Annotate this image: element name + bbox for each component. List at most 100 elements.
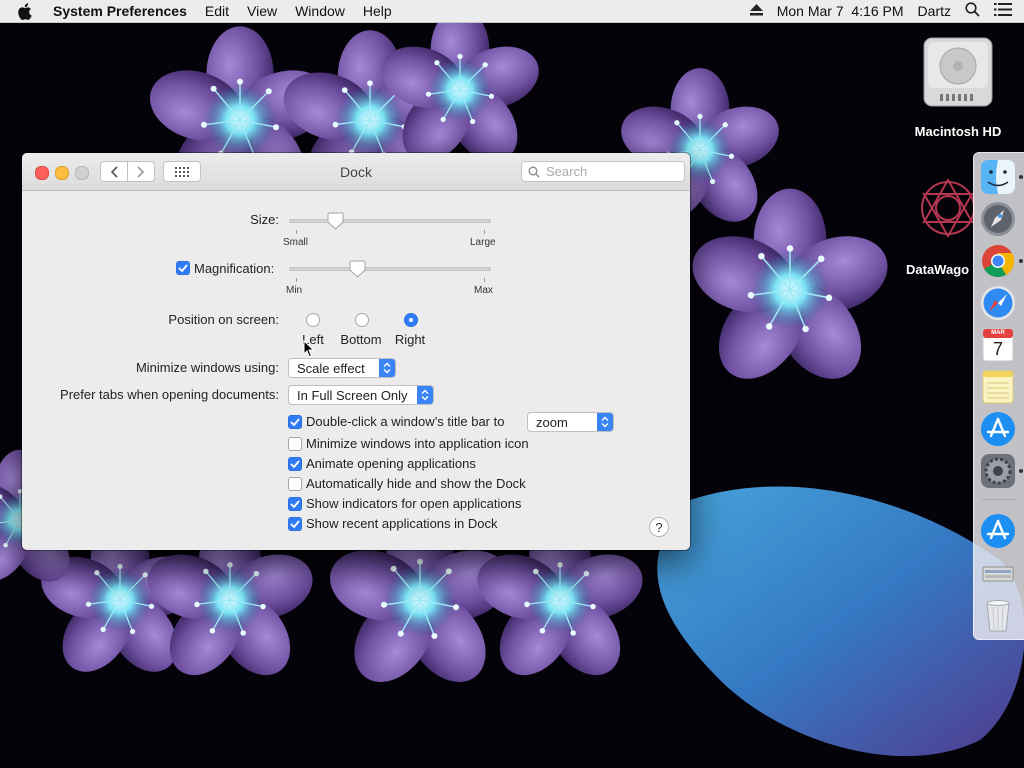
trash-icon xyxy=(986,600,1010,632)
position-left-radio[interactable] xyxy=(306,313,320,327)
search-input[interactable] xyxy=(544,163,678,180)
position-label: Position on screen: xyxy=(168,312,279,327)
dock-safari[interactable] xyxy=(980,285,1016,321)
position-bottom-label[interactable]: Bottom xyxy=(334,332,388,347)
stack-icon xyxy=(982,566,1014,582)
dock-trash[interactable] xyxy=(980,597,1016,633)
show-indicators-label[interactable]: Show indicators for open applications xyxy=(306,496,521,511)
apple-icon[interactable] xyxy=(17,1,37,21)
dock-system-preferences[interactable] xyxy=(980,453,1016,489)
updown-arrows-icon xyxy=(379,359,395,377)
show-recent-apps-checkbox[interactable] xyxy=(288,517,302,531)
running-indicator xyxy=(1019,259,1023,263)
magnification-slider-thumb[interactable] xyxy=(349,260,366,278)
clock-datetime[interactable]: Mon Mar 7 4:16 PM xyxy=(777,3,904,19)
checkmark-icon xyxy=(290,520,300,528)
eject-icon[interactable] xyxy=(749,3,763,19)
window-titlebar[interactable]: Dock xyxy=(22,153,690,191)
app-store-icon xyxy=(981,412,1015,446)
magnification-label[interactable]: Magnification: xyxy=(194,261,274,276)
magnification-max-label: Max xyxy=(474,285,493,296)
menu-view[interactable]: View xyxy=(247,3,277,19)
dock-finder[interactable] xyxy=(980,159,1016,195)
checkmark-icon xyxy=(290,460,300,468)
checkmark-icon xyxy=(178,264,188,272)
size-label: Size: xyxy=(250,212,279,227)
calendar-day: 7 xyxy=(992,339,1003,359)
dock-app-store[interactable] xyxy=(980,411,1016,447)
desktop-icon-label: DataWago xyxy=(906,262,970,277)
size-slider-thumb[interactable] xyxy=(327,212,344,230)
dock-notes[interactable] xyxy=(980,369,1016,405)
desktop-icon-datawago[interactable]: DataWago xyxy=(906,168,976,277)
position-right-radio[interactable] xyxy=(404,313,418,327)
double-click-checkbox[interactable] xyxy=(288,415,302,429)
desktop-icon-macintosh-hd[interactable]: Macintosh HD xyxy=(906,34,1010,139)
minimize-into-app-icon-checkbox[interactable] xyxy=(288,437,302,451)
minimize-into-app-icon-label[interactable]: Minimize windows into application icon xyxy=(306,436,529,451)
size-tick-min xyxy=(296,230,297,234)
search-icon xyxy=(528,166,540,177)
dock-separator xyxy=(982,499,1016,500)
help-button[interactable]: ? xyxy=(649,517,669,537)
size-tick-max xyxy=(484,230,485,234)
finder-icon xyxy=(981,160,1015,194)
magnification-tick-max xyxy=(484,278,485,282)
datawago-icon xyxy=(921,177,975,239)
minimize-using-label: Minimize windows using: xyxy=(135,360,279,375)
animate-opening-label[interactable]: Animate opening applications xyxy=(306,456,476,471)
hard-drive-icon xyxy=(923,37,993,107)
dock-recent-app-store[interactable] xyxy=(980,513,1016,549)
menu-bar: System Preferences Edit View Window Help… xyxy=(0,0,1024,23)
size-slider-track[interactable] xyxy=(289,219,491,223)
dock-launchpad[interactable] xyxy=(980,201,1016,237)
search-icon[interactable] xyxy=(965,2,980,20)
size-min-label: Small xyxy=(283,237,309,248)
double-click-action-popup[interactable]: zoom xyxy=(527,412,614,432)
dock-chrome[interactable] xyxy=(980,243,1016,279)
animate-opening-checkbox[interactable] xyxy=(288,457,302,471)
launchpad-icon xyxy=(981,202,1015,236)
dock-preferences-window: Dock Size: Small Large Magnification: Mi… xyxy=(22,153,690,550)
position-bottom-radio[interactable] xyxy=(355,313,369,327)
autohide-dock-label[interactable]: Automatically hide and show the Dock xyxy=(306,476,526,491)
list-icon[interactable] xyxy=(994,3,1012,19)
desktop-icon-label: Macintosh HD xyxy=(914,124,1002,139)
dock-calendar[interactable]: MAR 7 xyxy=(980,327,1016,363)
checkmark-icon xyxy=(290,418,300,426)
safari-icon xyxy=(981,286,1015,320)
running-indicator xyxy=(1019,175,1023,179)
autohide-dock-checkbox[interactable] xyxy=(288,477,302,491)
dock-downloads-stack[interactable] xyxy=(980,555,1016,591)
search-field[interactable] xyxy=(521,161,685,182)
prefer-tabs-label: Prefer tabs when opening documents: xyxy=(60,387,279,402)
gear-icon xyxy=(981,454,1015,488)
updown-arrows-icon xyxy=(597,413,613,431)
menu-window[interactable]: Window xyxy=(295,3,345,19)
prefer-tabs-popup[interactable]: In Full Screen Only xyxy=(288,385,434,405)
menu-edit[interactable]: Edit xyxy=(205,3,229,19)
menu-help[interactable]: Help xyxy=(363,3,392,19)
show-recent-apps-label[interactable]: Show recent applications in Dock xyxy=(306,516,498,531)
double-click-action-value: zoom xyxy=(536,414,568,430)
minimize-effect-value: Scale effect xyxy=(297,360,365,376)
app-store-icon xyxy=(981,514,1015,548)
running-indicator xyxy=(1019,469,1023,473)
magnification-tick-min xyxy=(296,278,297,282)
prefer-tabs-value: In Full Screen Only xyxy=(297,387,408,403)
user-menu[interactable]: Dartz xyxy=(918,3,951,19)
double-click-label[interactable]: Double-click a window’s title bar to xyxy=(306,414,504,429)
calendar-month: MAR xyxy=(991,330,1005,336)
show-indicators-checkbox[interactable] xyxy=(288,497,302,511)
updown-arrows-icon xyxy=(417,386,433,404)
dock: MAR 7 xyxy=(973,152,1024,640)
notes-icon xyxy=(982,370,1014,404)
magnification-min-label: Min xyxy=(286,285,303,296)
minimize-effect-popup[interactable]: Scale effect xyxy=(288,358,396,378)
mouse-pointer-icon xyxy=(303,340,315,358)
magnification-checkbox[interactable] xyxy=(176,261,190,275)
checkmark-icon xyxy=(290,500,300,508)
position-right-label[interactable]: Right xyxy=(388,332,432,347)
app-menu-system-preferences[interactable]: System Preferences xyxy=(53,3,187,19)
magnification-slider-track[interactable] xyxy=(289,267,491,271)
